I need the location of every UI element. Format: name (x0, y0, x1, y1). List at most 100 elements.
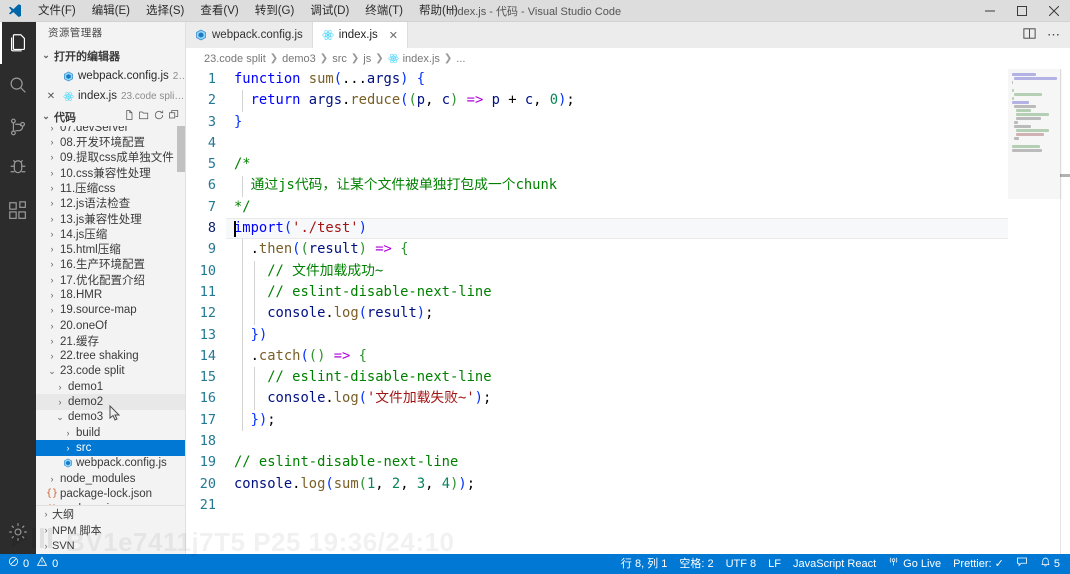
code-line[interactable]: */ (226, 197, 1008, 218)
activity-extensions-icon[interactable] (0, 190, 36, 232)
status-indentation[interactable]: 空格: 2 (673, 554, 719, 574)
activity-settings-gear-icon[interactable] (0, 510, 36, 554)
menu-edit[interactable]: 编辑(E) (84, 0, 138, 22)
breadcrumb-item[interactable]: src (332, 53, 347, 65)
tree-item-folder[interactable]: › 16.生产环境配置 (36, 257, 185, 272)
tree-item-folder[interactable]: › 09.提取css成单独文件 (36, 150, 185, 165)
sidebar-item-outline[interactable]: › 大纲 (36, 506, 185, 522)
status-eol[interactable]: LF (762, 554, 787, 574)
tree-item-folder[interactable]: › 17.优化配置介绍 (36, 272, 185, 287)
menu-help[interactable]: 帮助(H) (411, 0, 466, 22)
code-line[interactable] (226, 133, 1008, 154)
code-line[interactable]: function sum(...args) { (226, 69, 1008, 90)
tree-item-folder[interactable]: › node_modules (36, 471, 185, 486)
code-line[interactable]: // eslint-disable-next-line (226, 367, 1008, 388)
tree-item-file[interactable]: webpack.config.js (36, 456, 185, 471)
code-line[interactable]: /* (226, 154, 1008, 175)
code-editor[interactable]: 1 2 3 4 5 6 7 8 9 10 11 12 13 14 15 16 17 18 19 20 21 functi… (186, 69, 1070, 554)
activity-debug-icon[interactable] (0, 148, 36, 190)
code-line[interactable]: import('./test') (226, 218, 1008, 240)
status-go-live[interactable]: Go Live (882, 554, 947, 574)
tree-item-folder[interactable]: › 18.HMR (36, 287, 185, 302)
editor-vertical-scrollbar[interactable] (1060, 69, 1070, 554)
code-content[interactable]: function sum(...args) { return args.redu… (226, 69, 1008, 554)
editor-tab[interactable]: index.js ✕ (312, 22, 408, 48)
tree-item-file[interactable]: {}package.json (36, 502, 185, 505)
breadcrumb-item[interactable]: ... (456, 53, 465, 65)
code-line[interactable]: return args.reduce((p, c) => p + c, 0); (226, 90, 1008, 111)
tree-item-folder[interactable]: › 11.压缩css (36, 180, 185, 195)
status-encoding[interactable]: UTF 8 (720, 554, 763, 574)
tree-item-folder[interactable]: › src (36, 440, 185, 456)
status-feedback[interactable] (1010, 554, 1034, 574)
sidebar-scrollbar-thumb[interactable] (177, 126, 185, 173)
new-folder-icon[interactable] (138, 109, 150, 124)
tree-item-folder[interactable]: ⌄ demo3 (36, 410, 185, 425)
collapse-all-icon[interactable] (168, 109, 180, 124)
code-line[interactable]: console.log(result); (226, 303, 1008, 324)
maximize-button[interactable] (1006, 0, 1038, 22)
tree-item-folder[interactable]: › 19.source-map (36, 303, 185, 318)
code-line[interactable]: }) (226, 325, 1008, 346)
new-file-icon[interactable] (123, 109, 135, 124)
status-cursor-position[interactable]: 行 8, 列 1 (615, 554, 673, 574)
tree-item-folder[interactable]: › 22.tree shaking (36, 349, 185, 364)
tree-item-folder[interactable]: › 08.开发环境配置 (36, 134, 185, 149)
more-actions-icon[interactable]: ⋯ (1047, 28, 1060, 41)
open-editors-header[interactable]: ⌄ 打开的编辑器 (36, 45, 185, 66)
tree-item-folder[interactable]: › 12.js语法检查 (36, 196, 185, 211)
status-prettier[interactable]: Prettier: ✓ (947, 554, 1010, 574)
code-line[interactable]: // 文件加载成功~ (226, 261, 1008, 282)
menu-view[interactable]: 查看(V) (192, 0, 246, 22)
close-button[interactable] (1038, 0, 1070, 22)
sidebar-item-svn[interactable]: › SVN (36, 538, 185, 554)
code-line[interactable] (226, 495, 1008, 516)
tree-item-folder[interactable]: › build (36, 425, 185, 440)
breadcrumb-item[interactable]: index.js (403, 53, 440, 65)
code-line[interactable]: } (226, 112, 1008, 133)
code-line[interactable]: console.log('文件加载失败~'); (226, 388, 1008, 409)
menu-selection[interactable]: 选择(S) (138, 0, 192, 22)
close-icon[interactable]: ✕ (44, 91, 58, 102)
open-editor-item[interactable]: ✕ index.js 23.code split\demo... (36, 86, 185, 106)
split-editor-icon[interactable] (1022, 26, 1037, 44)
tree-item-folder[interactable]: › demo1 (36, 379, 185, 394)
code-line[interactable]: 通过js代码，让某个文件被单独打包成一个chunk (226, 175, 1008, 196)
status-language-mode[interactable]: JavaScript React (787, 554, 882, 574)
code-line[interactable]: .then((result) => { (226, 239, 1008, 260)
breadcrumb-item[interactable]: demo3 (282, 53, 316, 65)
editor-tab[interactable]: webpack.config.js (186, 22, 313, 48)
code-line[interactable]: console.log(sum(1, 2, 3, 4)); (226, 474, 1008, 495)
tree-item-folder[interactable]: ⌄ 23.code split (36, 364, 185, 379)
menu-debug[interactable]: 调试(D) (302, 0, 357, 22)
code-line[interactable]: .catch(() => { (226, 346, 1008, 367)
tree-item-folder[interactable]: › 13.js兼容性处理 (36, 211, 185, 226)
activity-source-control-icon[interactable] (0, 106, 36, 148)
menu-bar[interactable]: 文件(F) 编辑(E) 选择(S) 查看(V) 转到(G) 调试(D) 终端(T) 帮助(H) (30, 0, 466, 22)
breadcrumb-item[interactable]: 23.code split (204, 53, 266, 65)
tree-item-folder[interactable]: › 10.css兼容性处理 (36, 165, 185, 180)
editor-scrollbar-thumb[interactable] (1060, 174, 1070, 177)
activity-search-icon[interactable] (0, 64, 36, 106)
code-line[interactable]: // eslint-disable-next-line (226, 452, 1008, 473)
folder-section-header[interactable]: ⌄ 代码 (36, 107, 185, 126)
menu-go[interactable]: 转到(G) (247, 0, 303, 22)
sidebar-item-npm-scripts[interactable]: › NPM 脚本 (36, 522, 185, 538)
refresh-icon[interactable] (153, 109, 165, 124)
menu-terminal[interactable]: 终端(T) (357, 0, 411, 22)
code-line[interactable]: // eslint-disable-next-line (226, 282, 1008, 303)
activity-explorer-icon[interactable] (0, 22, 36, 64)
tree-item-folder[interactable]: › 20.oneOf (36, 318, 185, 333)
code-line[interactable]: }); (226, 410, 1008, 431)
tree-item-file[interactable]: {} package-lock.json (36, 486, 185, 501)
file-tree[interactable]: › 07.devServer › 08.开发环境配置 › 09.提取css成单独文件 › 10… (36, 126, 185, 505)
tree-item-folder[interactable]: › demo2 (36, 394, 185, 410)
open-editor-item[interactable]: webpack.config.js23.code ... (36, 66, 185, 86)
tree-item-folder[interactable]: › 15.html压缩 (36, 241, 185, 256)
status-problems[interactable]: 0 0 (6, 554, 64, 574)
menu-file[interactable]: 文件(F) (30, 0, 84, 22)
tree-item-folder[interactable]: › 21.缓存 (36, 333, 185, 348)
tree-item-folder[interactable]: › 14.js压缩 (36, 226, 185, 241)
status-notifications[interactable]: 5 (1034, 554, 1066, 574)
breadcrumb-item[interactable]: js (363, 53, 371, 65)
